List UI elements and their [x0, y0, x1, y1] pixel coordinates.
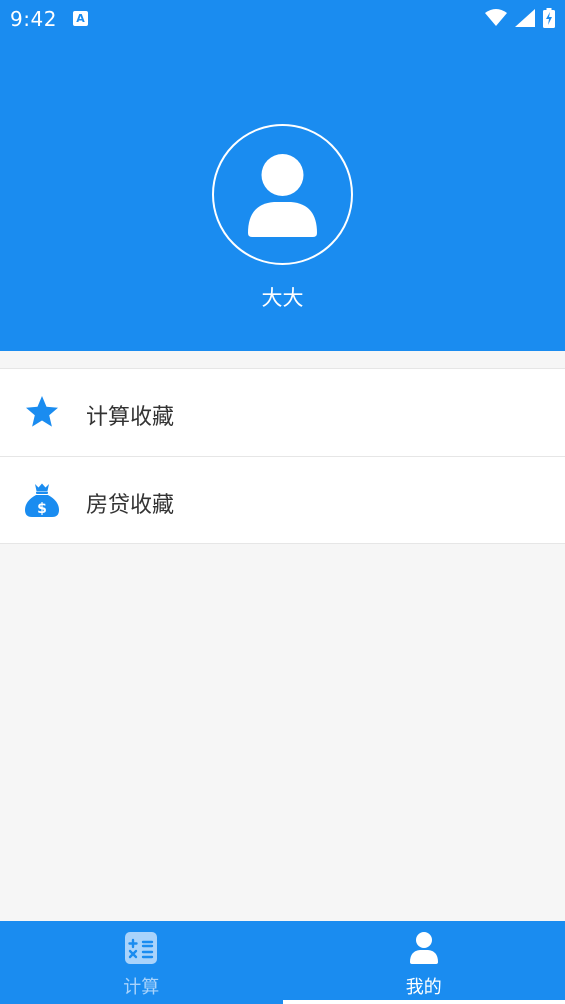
bottom-tab-bar: 计算 我的 [0, 921, 565, 1004]
person-icon [409, 932, 438, 964]
person-icon [248, 154, 317, 237]
tab-calculate[interactable]: 计算 [0, 921, 283, 1004]
svg-text:$: $ [37, 501, 47, 517]
star-icon [26, 396, 58, 427]
avatar[interactable] [212, 124, 353, 265]
app-root: 9:42 A 大大 计算收藏 $ 房贷收藏 计算 我的 [0, 0, 565, 1004]
username: 大大 [261, 286, 304, 310]
active-tab-indicator [283, 1000, 565, 1004]
wifi-icon [485, 9, 507, 26]
tab-label: 我的 [405, 977, 442, 998]
battery-charging-icon [543, 8, 555, 28]
menu-item-calc-favorites[interactable]: 计算收藏 [0, 369, 565, 456]
signal-icon [515, 9, 535, 27]
money-bag-icon: $ [25, 483, 59, 517]
favorites-menu: 计算收藏 $ 房贷收藏 [0, 368, 565, 544]
menu-item-mortgage-favorites[interactable]: $ 房贷收藏 [0, 456, 565, 543]
status-icons [485, 8, 555, 28]
calculator-icon [125, 932, 158, 964]
menu-item-label: 房贷收藏 [86, 493, 175, 518]
a-icon: A [73, 11, 88, 26]
tab-mine[interactable]: 我的 [283, 921, 565, 1004]
status-bar: 9:42 A [0, 0, 565, 36]
profile-header: 9:42 A 大大 [0, 0, 565, 351]
menu-item-label: 计算收藏 [86, 405, 175, 430]
tab-label: 计算 [123, 977, 160, 998]
status-time: 9:42 [10, 7, 57, 31]
